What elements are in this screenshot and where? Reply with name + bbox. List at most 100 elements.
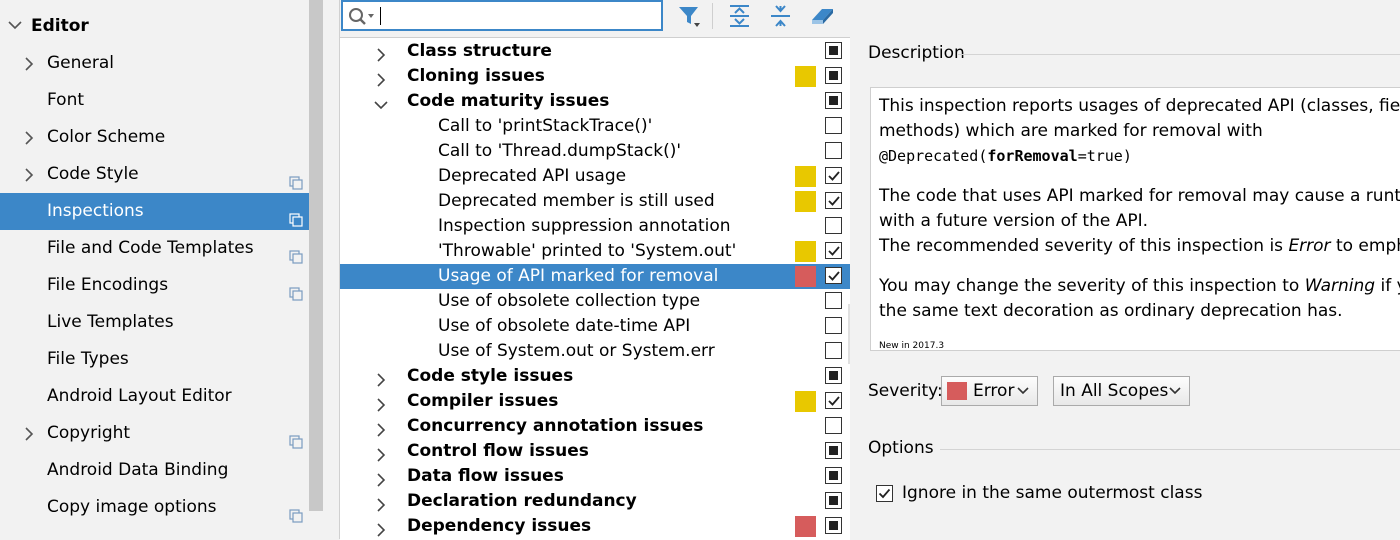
tree-inspection-row[interactable]: Use of obsolete date-time API [340, 314, 850, 339]
eraser-icon[interactable] [808, 3, 834, 29]
tree-inspection-row[interactable]: Inspection suppression annotation [340, 214, 850, 239]
chevron-right-icon[interactable] [374, 420, 388, 437]
tree-inspection-row[interactable]: Usage of API marked for removal [340, 264, 850, 289]
enable-checkbox[interactable] [825, 242, 842, 259]
tree-inspection-row[interactable]: Call to 'Thread.dumpStack()' [340, 139, 850, 164]
tree-row-label: Declaration redundancy [407, 491, 637, 511]
tree-group-row[interactable]: Code maturity issues [340, 89, 850, 114]
tree-inspection-row[interactable]: Use of obsolete collection type [340, 289, 850, 314]
enable-checkbox[interactable] [825, 67, 842, 84]
enable-checkbox[interactable] [825, 417, 842, 434]
chevron-right-icon[interactable] [374, 395, 388, 412]
chevron-right-icon[interactable] [374, 445, 388, 462]
enable-checkbox[interactable] [825, 392, 842, 409]
chevron-right-icon[interactable] [22, 119, 38, 156]
sidebar-item-color-scheme[interactable]: Color Scheme [0, 119, 323, 156]
tree-group-row[interactable]: Cloning issues [340, 64, 850, 89]
enable-checkbox[interactable] [825, 167, 842, 184]
enable-checkbox[interactable] [825, 92, 842, 109]
sidebar-item-live-templates[interactable]: Live Templates [0, 304, 323, 341]
tree-row-label: Dependency issues [407, 516, 592, 536]
enable-checkbox[interactable] [825, 367, 842, 384]
tree-inspection-row[interactable]: Call to 'printStackTrace()' [340, 114, 850, 139]
sidebar-item-inspections[interactable]: Inspections [0, 193, 323, 230]
chevron-right-icon[interactable] [374, 495, 388, 512]
description-text: You may change the severity of this insp… [879, 276, 1305, 296]
tree-row-label: Use of obsolete date-time API [438, 316, 691, 336]
search-input[interactable] [383, 5, 657, 29]
tree-group-row[interactable]: Control flow issues [340, 439, 850, 464]
project-settings-icon [289, 426, 303, 449]
sidebar-item-general[interactable]: General [0, 45, 323, 82]
enable-checkbox[interactable] [825, 467, 842, 484]
tree-group-row[interactable]: Dependency issues [340, 514, 850, 539]
sidebar-item-label: Editor [31, 16, 89, 36]
scope-dropdown[interactable]: In All Scopes [1053, 376, 1190, 406]
sidebar-item-file-encodings[interactable]: File Encodings [0, 267, 323, 304]
description-line: The recommended severity of this inspect… [879, 234, 1400, 259]
enable-checkbox[interactable] [825, 492, 842, 509]
sidebar-divider[interactable] [323, 0, 340, 539]
warning-severity-icon [795, 191, 816, 212]
tree-group-row[interactable]: Concurrency annotation issues [340, 414, 850, 439]
chevron-right-icon[interactable] [22, 45, 38, 82]
enable-checkbox[interactable] [825, 192, 842, 209]
sidebar-item-code-style[interactable]: Code Style [0, 156, 323, 193]
settings-sidebar: Editor General Font Color Scheme Code Style I… [0, 0, 323, 539]
sidebar-item-android-layout-editor[interactable]: Android Layout Editor [0, 378, 323, 415]
chevron-down-icon[interactable] [374, 95, 388, 110]
filter-icon[interactable] [676, 3, 702, 29]
sidebar-scrollbar[interactable] [309, 0, 323, 511]
enable-checkbox[interactable] [825, 317, 842, 334]
sidebar-item-copy-image-options[interactable]: Copy image options [0, 489, 323, 526]
chevron-down-icon[interactable] [6, 8, 22, 45]
enable-checkbox[interactable] [825, 292, 842, 309]
collapse-all-icon[interactable] [768, 3, 794, 29]
checkmark-icon [828, 196, 840, 206]
tree-group-row[interactable]: Compiler issues [340, 389, 850, 414]
sidebar-item-file-and-code-templates[interactable]: File and Code Templates [0, 230, 323, 267]
tree-row-label: Inspection suppression annotation [438, 216, 731, 236]
expand-all-icon[interactable] [727, 3, 753, 29]
enable-checkbox[interactable] [825, 42, 842, 59]
tree-inspection-row[interactable]: Use of System.out or System.err [340, 339, 850, 364]
chevron-right-icon[interactable] [374, 70, 388, 87]
severity-dropdown[interactable]: Error [941, 376, 1038, 406]
tree-group-row[interactable]: Class structure [340, 39, 850, 64]
code-prefix: @Deprecated( [879, 147, 988, 165]
enable-checkbox[interactable] [825, 267, 842, 284]
tree-group-row[interactable]: Data flow issues [340, 464, 850, 489]
enable-checkbox[interactable] [825, 217, 842, 234]
warning-severity-icon [795, 66, 816, 87]
sidebar-item-label: Copyright [47, 423, 131, 443]
sidebar-item-copyright[interactable]: Copyright [0, 415, 323, 452]
sidebar-item-font[interactable]: Font [0, 82, 323, 119]
sidebar-item-label: Font [47, 90, 85, 110]
tree-row-label: Deprecated API usage [438, 166, 627, 186]
chevron-right-icon[interactable] [374, 370, 388, 387]
chevron-right-icon[interactable] [22, 156, 38, 193]
sidebar-item-editor[interactable]: Editor [0, 8, 323, 45]
chevron-right-icon[interactable] [22, 415, 38, 452]
search-field[interactable] [341, 0, 663, 31]
tree-group-row[interactable]: Code style issues [340, 364, 850, 389]
enable-checkbox[interactable] [825, 342, 842, 359]
search-icon[interactable] [348, 7, 378, 32]
sidebar-item-label: Android Layout Editor [47, 386, 232, 406]
chevron-right-icon[interactable] [374, 520, 388, 537]
enable-checkbox[interactable] [825, 142, 842, 159]
enable-checkbox[interactable] [825, 117, 842, 134]
sidebar-item-android-data-binding[interactable]: Android Data Binding [0, 452, 323, 489]
tree-inspection-row[interactable]: Deprecated API usage [340, 164, 850, 189]
scope-value: In All Scopes [1060, 381, 1169, 401]
sidebar-item-file-types[interactable]: File Types [0, 341, 323, 378]
enable-checkbox[interactable] [825, 442, 842, 459]
tree-inspection-row[interactable]: 'Throwable' printed to 'System.out' [340, 239, 850, 264]
tree-group-row[interactable]: Declaration redundancy [340, 489, 850, 514]
enable-checkbox[interactable] [825, 517, 842, 534]
chevron-right-icon[interactable] [374, 45, 388, 62]
tree-row-label: Compiler issues [407, 391, 559, 411]
ignore-outermost-checkbox[interactable] [876, 485, 893, 502]
tree-inspection-row[interactable]: Deprecated member is still used [340, 189, 850, 214]
chevron-right-icon[interactable] [374, 470, 388, 487]
